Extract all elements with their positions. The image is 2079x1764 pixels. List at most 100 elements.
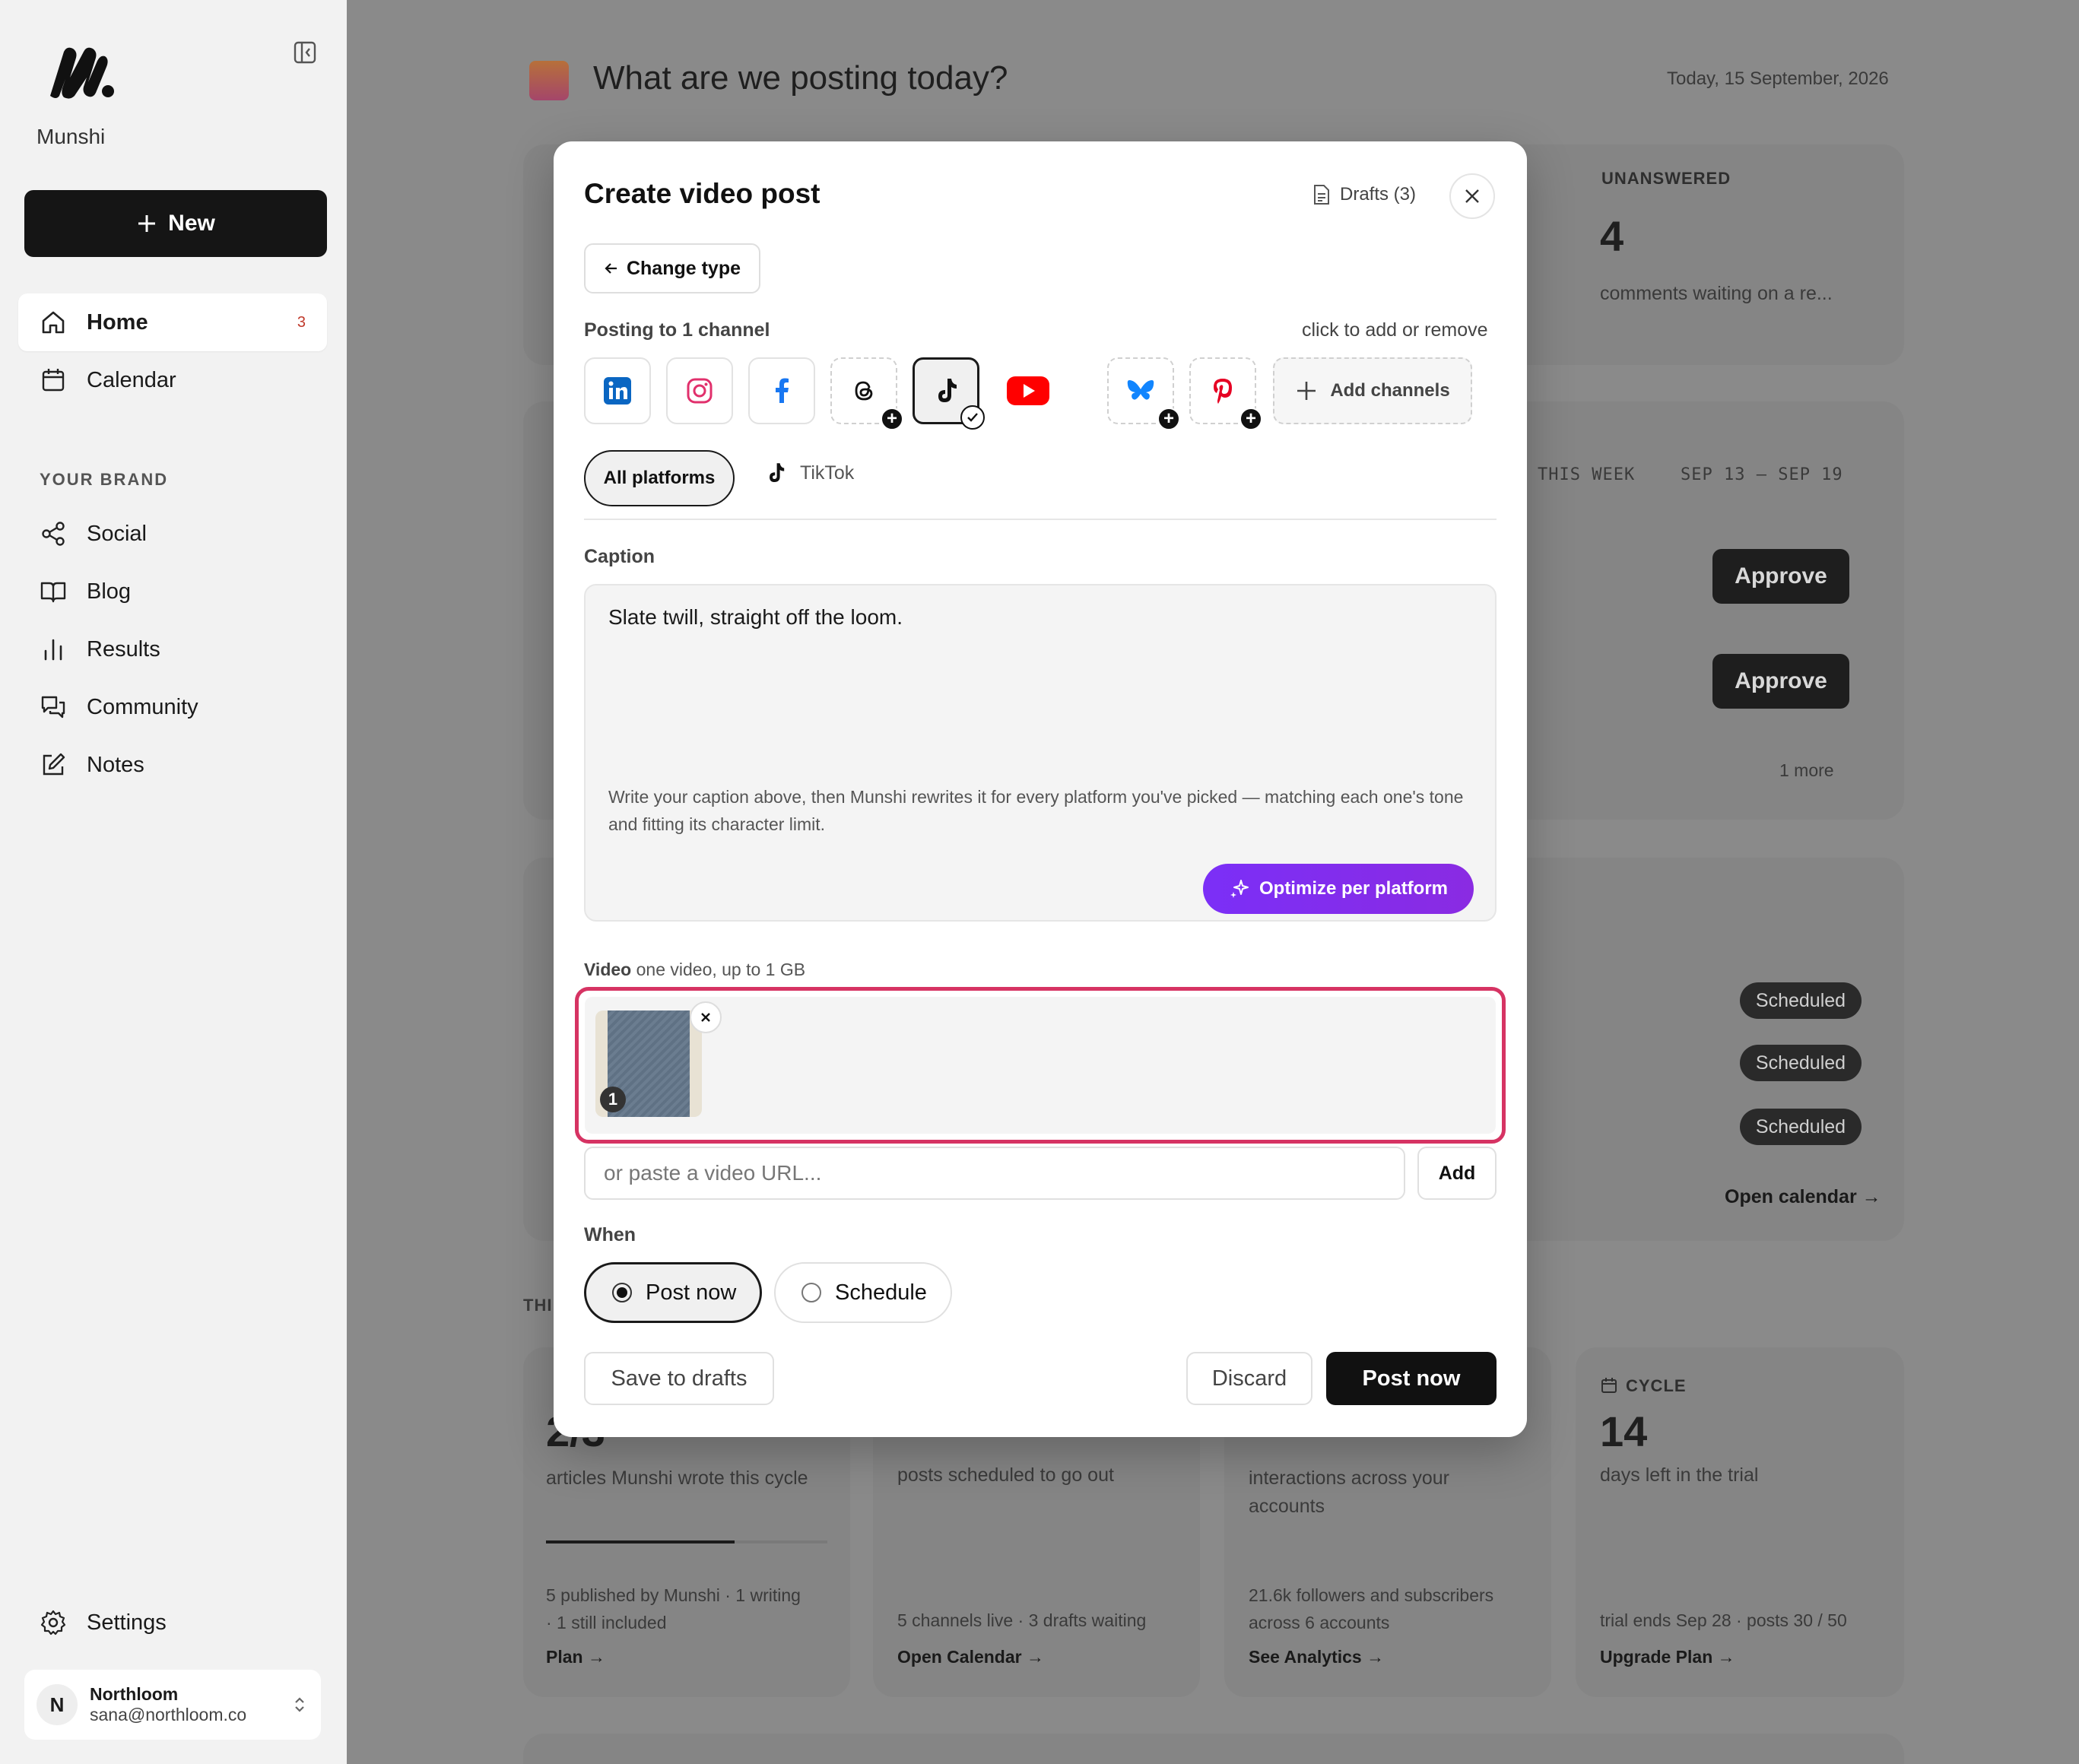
add-channels-button[interactable]: Add channels <box>1273 357 1472 424</box>
home-badge: 3 <box>297 313 306 331</box>
collapse-sidebar-icon[interactable] <box>292 40 318 65</box>
thumbnail-index: 1 <box>600 1087 626 1112</box>
upgrade-plan-link[interactable]: Upgrade Plan → <box>1600 1647 1735 1667</box>
sidebar-item-settings[interactable]: Settings <box>18 1594 327 1651</box>
your-brand-label: YOUR BRAND <box>40 470 169 489</box>
sidebar-item-community[interactable]: Community <box>18 678 327 736</box>
stat-text: days left in the trial <box>1600 1464 1759 1486</box>
close-icon <box>701 1013 710 1022</box>
radio-selected-icon <box>612 1283 632 1302</box>
caption-textarea[interactable]: Slate twill, straight off the loom. Writ… <box>584 584 1497 922</box>
post-now-option[interactable]: Post now <box>584 1262 762 1323</box>
add-url-button[interactable]: Add <box>1417 1147 1497 1200</box>
schedule-option[interactable]: Schedule <box>774 1262 952 1323</box>
sidebar-item-home[interactable]: Home 3 <box>18 293 327 351</box>
channel-linkedin[interactable] <box>584 357 651 424</box>
chat-bubbles-icon <box>41 696 65 719</box>
sidebar-item-notes[interactable]: Notes <box>18 736 327 794</box>
optimize-per-platform-button[interactable]: Optimize per platform <box>1203 864 1474 914</box>
open-calendar-link[interactable]: Open calendar → <box>1725 1186 1881 1208</box>
new-button[interactable]: New <box>24 190 327 257</box>
channel-pinterest[interactable]: + <box>1189 357 1262 430</box>
pinterest-icon <box>1214 379 1232 404</box>
video-thumbnail[interactable]: 1 <box>595 1010 702 1117</box>
schedule-option-label: Schedule <box>835 1280 927 1305</box>
when-label: When <box>584 1224 636 1245</box>
sidebar-item-calendar[interactable]: Calendar <box>18 351 327 409</box>
tab-all-platforms[interactable]: All platforms <box>584 450 735 506</box>
posting-to-label: Posting to 1 channel <box>584 319 770 341</box>
avatar: N <box>37 1684 78 1725</box>
sidebar-item-label: Notes <box>87 752 144 777</box>
caption-label: Caption <box>584 546 655 567</box>
channel-instagram[interactable] <box>666 357 733 424</box>
add-channels-label: Add channels <box>1330 380 1450 401</box>
video-dropzone[interactable]: 1 <box>575 987 1506 1144</box>
add-remove-hint: click to add or remove <box>1302 319 1488 341</box>
save-to-drafts-button[interactable]: Save to drafts <box>584 1352 774 1405</box>
add-channel-icon: + <box>1239 408 1262 430</box>
stat-text: articles Munshi wrote this cycle <box>546 1467 808 1489</box>
caption-hint: Write your caption above, then Munshi re… <box>608 787 1464 834</box>
open-calendar-link[interactable]: Open Calendar → <box>897 1647 1044 1667</box>
video-dropzone-inner: 1 <box>585 997 1496 1134</box>
video-label-row: Video one video, up to 1 GB <box>584 960 805 980</box>
approve-button[interactable]: Approve <box>1712 654 1849 709</box>
see-analytics-link[interactable]: See Analytics → <box>1249 1647 1384 1667</box>
this-cycle-label: THI <box>523 1296 553 1315</box>
change-type-button[interactable]: Change type <box>584 243 760 293</box>
status-badge: Scheduled <box>1740 1045 1862 1081</box>
sidebar-item-blog[interactable]: Blog <box>18 563 327 620</box>
cycle-label: CYCLE <box>1626 1376 1687 1395</box>
sidebar: Munshi New Home 3 Calendar YOUR BRAND So… <box>0 0 347 1764</box>
account-switcher[interactable]: N Northloom sana@northloom.co <box>24 1670 321 1740</box>
threads-icon <box>855 381 873 401</box>
sidebar-item-label: Community <box>87 694 198 719</box>
plan-link[interactable]: Plan → <box>546 1647 605 1667</box>
channel-youtube[interactable] <box>995 357 1062 424</box>
close-icon <box>1465 189 1479 203</box>
remove-video-button[interactable] <box>690 1001 722 1033</box>
new-button-label: New <box>168 211 215 236</box>
plus-icon <box>138 215 156 232</box>
tiktok-icon <box>938 379 957 402</box>
channel-facebook[interactable] <box>748 357 815 424</box>
channel-bluesky[interactable]: + <box>1107 357 1180 430</box>
stat-sub: 5 channels live · 3 drafts waiting <box>897 1610 1147 1630</box>
discard-button[interactable]: Discard <box>1186 1352 1312 1405</box>
stat-value: 14 <box>1600 1407 1648 1455</box>
sidebar-item-label: Home <box>87 309 148 335</box>
sidebar-item-label: Results <box>87 636 160 662</box>
channel-threads[interactable]: + <box>830 357 903 430</box>
approve-button[interactable]: Approve <box>1712 549 1849 604</box>
bar-chart-icon <box>44 639 62 661</box>
sidebar-item-results[interactable]: Results <box>18 620 327 678</box>
caption-text[interactable]: Slate twill, straight off the loom. <box>608 605 903 630</box>
stat-card-cycle <box>1576 1347 1904 1697</box>
this-week-label: THIS WEEK <box>1538 465 1636 484</box>
change-type-label: Change type <box>626 257 741 279</box>
channel-tiktok[interactable] <box>913 357 985 430</box>
unanswered-label: UNANSWERED <box>1601 169 1731 188</box>
instagram-icon <box>687 378 713 404</box>
munshi-logo[interactable] <box>47 44 117 100</box>
today-date: Today, 15 September, 2026 <box>1667 68 1889 89</box>
video-label: Video <box>584 960 632 979</box>
add-channel-icon: + <box>1157 408 1180 430</box>
more-link[interactable]: 1 more <box>1779 760 1834 781</box>
video-url-input[interactable] <box>584 1147 1405 1200</box>
sparkle-icon <box>1230 880 1249 898</box>
tab-tiktok-label: TikTok <box>800 462 855 484</box>
add-channel-icon: + <box>881 408 903 430</box>
calendar-icon <box>42 369 65 392</box>
account-email: sana@northloom.co <box>90 1705 247 1724</box>
close-button[interactable] <box>1449 173 1495 219</box>
drafts-button[interactable]: Drafts (3) <box>1312 184 1416 205</box>
sidebar-item-label: Calendar <box>87 367 176 392</box>
sidebar-item-social[interactable]: Social <box>18 505 327 563</box>
tab-tiktok[interactable]: TikTok <box>763 461 854 485</box>
tiktok-icon <box>770 463 785 482</box>
sidebar-item-label: Blog <box>87 579 132 604</box>
post-now-button[interactable]: Post now <box>1326 1352 1497 1405</box>
account-name: Northloom <box>90 1684 179 1704</box>
